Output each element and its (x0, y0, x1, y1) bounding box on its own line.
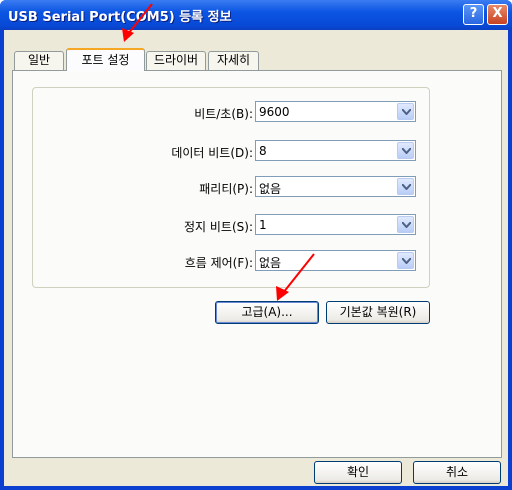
data-bits-select[interactable]: 8 (255, 140, 416, 161)
parity-select[interactable]: 없음 (255, 176, 416, 197)
help-button[interactable]: ? (463, 4, 484, 25)
parity-value: 없음 (259, 182, 282, 196)
restore-defaults-button[interactable]: 기본값 복원(R) (326, 301, 430, 324)
chevron-down-icon[interactable] (397, 103, 414, 120)
flow-control-value: 없음 (259, 256, 282, 270)
tab-general[interactable]: 일반 (14, 51, 64, 70)
flow-control-label: 흐름 제어(F): (184, 256, 253, 270)
stop-bits-value: 1 (259, 218, 267, 232)
stop-bits-label: 정지 비트(S): (184, 220, 253, 234)
window-title: USB Serial Port(COM5) 등록 정보 (8, 10, 232, 25)
tab-details[interactable]: 자세히 (208, 51, 259, 70)
data-bits-label: 데이터 비트(D): (171, 146, 253, 160)
chevron-down-icon[interactable] (397, 252, 414, 269)
baud-rate-select[interactable]: 9600 (255, 101, 416, 122)
parity-label: 패리티(P): (199, 182, 253, 196)
data-bits-value: 8 (259, 144, 267, 158)
title-bar[interactable]: USB Serial Port(COM5) 등록 정보 ? X (0, 0, 512, 30)
flow-control-select[interactable]: 없음 (255, 250, 416, 271)
tab-driver[interactable]: 드라이버 (146, 51, 206, 70)
chevron-down-icon[interactable] (397, 142, 414, 159)
advanced-button[interactable]: 고급(A)... (215, 301, 319, 324)
stop-bits-select[interactable]: 1 (255, 214, 416, 235)
baud-rate-label: 비트/초(B): (194, 107, 253, 121)
ok-button[interactable]: 확인 (314, 461, 402, 484)
tab-port-settings[interactable]: 포트 설정 (66, 48, 145, 71)
chevron-down-icon[interactable] (397, 216, 414, 233)
baud-rate-value: 9600 (259, 105, 290, 119)
close-button[interactable]: X (487, 4, 508, 25)
cancel-button[interactable]: 취소 (413, 461, 501, 484)
chevron-down-icon[interactable] (397, 178, 414, 195)
